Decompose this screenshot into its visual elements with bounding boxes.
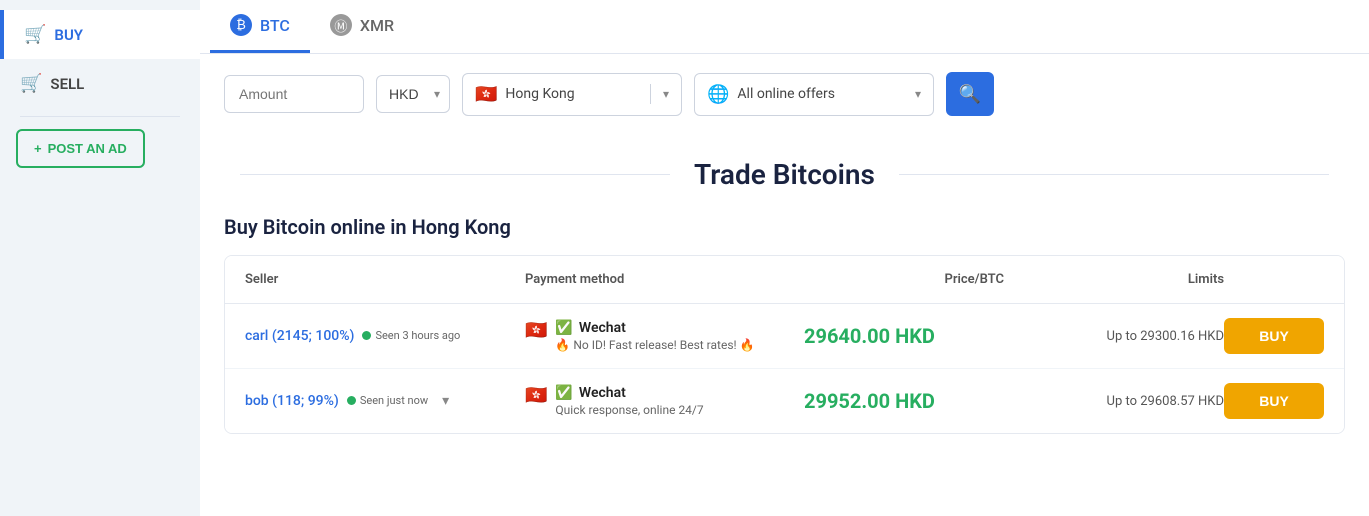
sidebar-item-buy[interactable]: 🛒 BUY	[0, 10, 200, 59]
header-action	[1224, 266, 1324, 293]
payment-flag-1: 🇭🇰	[525, 320, 547, 341]
header-payment: Payment method	[525, 266, 804, 293]
seller-link-1[interactable]: carl (2145; 100%)	[245, 328, 354, 344]
trade-title-area: Trade Bitcoins	[200, 134, 1369, 215]
sidebar-item-sell[interactable]: 🛒 SELL	[0, 59, 200, 108]
seller-cell-2: bob (118; 99%) Seen just now ▾	[245, 393, 525, 409]
limits-cell-2: Up to 29608.57 HKD	[1004, 394, 1224, 409]
payment-name-1: Wechat	[579, 320, 626, 336]
buy-button-1[interactable]: BUY	[1224, 318, 1324, 354]
payment-cell-1: 🇭🇰 ✅ Wechat 🔥 No ID! Fast release! Best …	[525, 320, 804, 352]
offer-type-text: All online offers	[737, 86, 907, 102]
table-row: bob (118; 99%) Seen just now ▾ 🇭🇰 ✅ Wech…	[225, 369, 1344, 433]
filter-bar: HKD USD EUR ▾ 🇭🇰 Hong Kong ▾ 🌐 All onlin…	[200, 54, 1369, 134]
status-dot-1	[362, 331, 371, 340]
seller-cell-1: carl (2145; 100%) Seen 3 hours ago	[245, 328, 525, 344]
sidebar-item-buy-label: BUY	[54, 26, 83, 44]
tab-xmr-label: XMR	[360, 16, 394, 35]
title-line-right	[899, 174, 1329, 175]
seller-status-2: Seen just now	[347, 394, 428, 408]
seller-status-1: Seen 3 hours ago	[362, 329, 460, 343]
payment-cell-2: 🇭🇰 ✅ Wechat Quick response, online 24/7	[525, 385, 804, 417]
globe-icon: 🌐	[707, 84, 729, 105]
location-selector[interactable]: 🇭🇰 Hong Kong ▾	[462, 73, 682, 116]
seller-link-2[interactable]: bob (118; 99%)	[245, 393, 339, 409]
offer-chevron-icon: ▾	[915, 87, 921, 101]
payment-info-2: ✅ Wechat Quick response, online 24/7	[555, 385, 703, 417]
payment-name-row-1: ✅ Wechat	[555, 320, 754, 336]
location-divider	[650, 84, 651, 104]
check-icon-2: ✅	[555, 385, 572, 401]
offer-type-selector[interactable]: 🌐 All online offers ▾	[694, 73, 934, 116]
payment-desc-2: Quick response, online 24/7	[555, 403, 703, 417]
currency-select[interactable]: HKD USD EUR	[376, 75, 450, 113]
buy-icon: 🛒	[24, 24, 46, 45]
sidebar-divider	[20, 116, 180, 117]
offers-table: Seller Payment method Price/BTC Limits c…	[224, 255, 1345, 434]
status-text-1: Seen 3 hours ago	[375, 329, 460, 343]
section-subtitle: Buy Bitcoin online in Hong Kong	[224, 215, 1345, 239]
price-cell-2: 29952.00 HKD	[804, 389, 1004, 413]
buy-button-2[interactable]: BUY	[1224, 383, 1324, 419]
status-dot-2	[347, 396, 356, 405]
tab-bar: ₿ BTC Ⓜ XMR	[200, 0, 1369, 54]
tab-btc[interactable]: ₿ BTC	[210, 0, 310, 53]
expand-icon-2[interactable]: ▾	[442, 393, 449, 409]
post-ad-label: POST AN AD	[48, 141, 127, 156]
header-seller: Seller	[245, 266, 525, 293]
sidebar: 🛒 BUY 🛒 SELL + POST AN AD	[0, 0, 200, 516]
payment-desc-1: 🔥 No ID! Fast release! Best rates! 🔥	[555, 338, 754, 352]
search-icon: 🔍	[959, 84, 981, 105]
sell-icon: 🛒	[20, 73, 42, 94]
price-cell-1: 29640.00 HKD	[804, 324, 1004, 348]
status-text-2: Seen just now	[360, 394, 428, 408]
currency-select-wrapper: HKD USD EUR ▾	[376, 75, 450, 113]
btc-icon: ₿	[230, 14, 252, 36]
payment-name-row-2: ✅ Wechat	[555, 385, 703, 401]
amount-input[interactable]	[224, 75, 364, 113]
search-button[interactable]: 🔍	[946, 72, 994, 116]
limits-cell-1: Up to 29300.16 HKD	[1004, 329, 1224, 344]
payment-flag-2: 🇭🇰	[525, 385, 547, 406]
location-flag-icon: 🇭🇰	[475, 84, 497, 105]
xmr-icon: Ⓜ	[330, 14, 352, 36]
tab-btc-label: BTC	[260, 16, 290, 35]
payment-name-2: Wechat	[579, 385, 626, 401]
table-section: Buy Bitcoin online in Hong Kong Seller P…	[200, 215, 1369, 458]
check-icon-1: ✅	[555, 320, 572, 336]
main-content: ₿ BTC Ⓜ XMR HKD USD EUR ▾ 🇭🇰 Hong Kong ▾…	[200, 0, 1369, 516]
payment-info-1: ✅ Wechat 🔥 No ID! Fast release! Best rat…	[555, 320, 754, 352]
header-price: Price/BTC	[804, 266, 1004, 293]
location-chevron-icon: ▾	[663, 87, 669, 101]
table-header: Seller Payment method Price/BTC Limits	[225, 256, 1344, 304]
title-line-left	[240, 174, 670, 175]
header-limits: Limits	[1004, 266, 1224, 293]
location-text: Hong Kong	[505, 86, 638, 102]
post-ad-button[interactable]: + POST AN AD	[16, 129, 145, 168]
tab-xmr[interactable]: Ⓜ XMR	[310, 0, 414, 53]
trade-title: Trade Bitcoins	[670, 158, 899, 191]
sidebar-item-sell-label: SELL	[50, 75, 84, 93]
plus-icon: +	[34, 141, 42, 156]
table-row: carl (2145; 100%) Seen 3 hours ago 🇭🇰 ✅ …	[225, 304, 1344, 369]
